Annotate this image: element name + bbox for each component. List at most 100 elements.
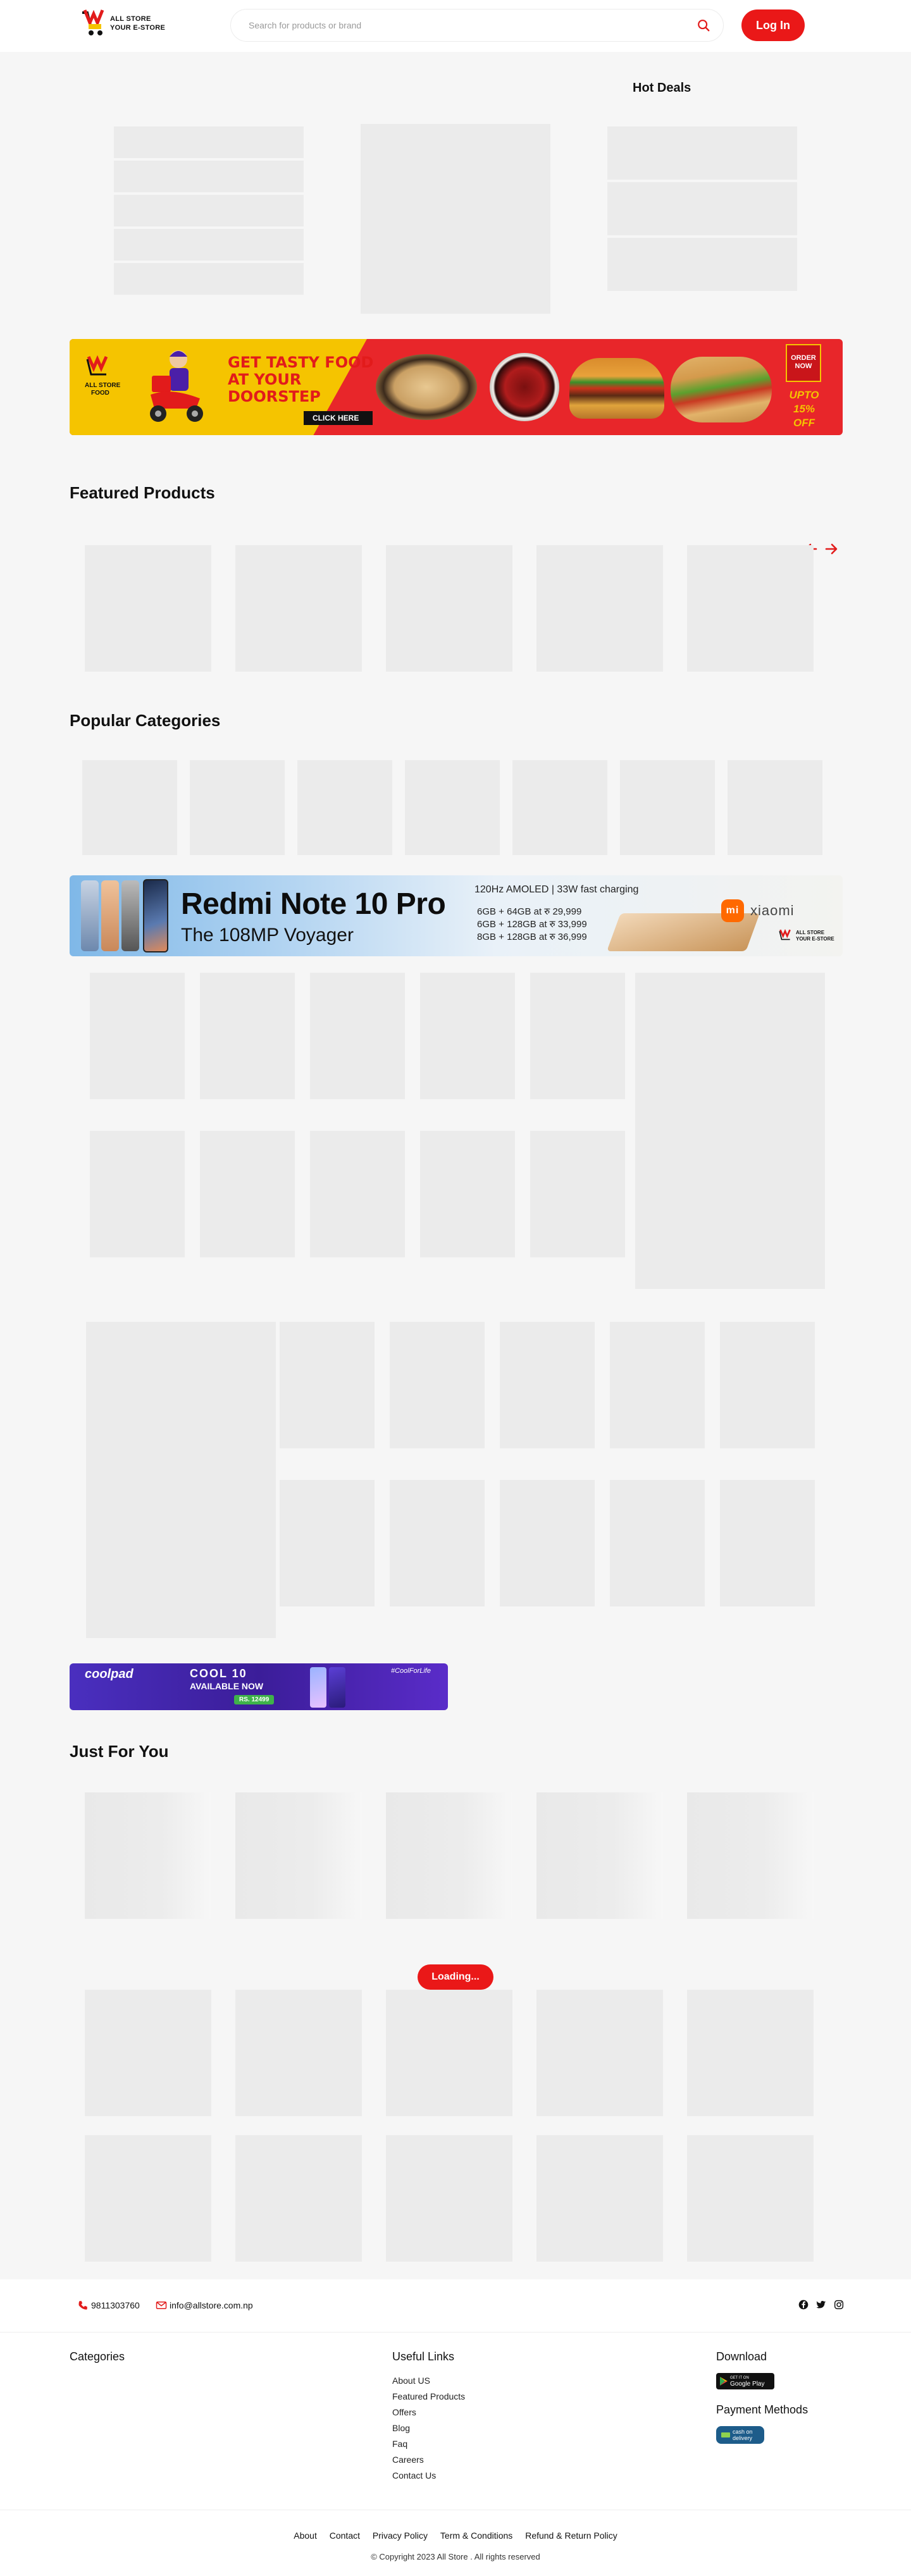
footer-link-blog[interactable]: Blog: [392, 2420, 465, 2436]
recommended-product-placeholder[interactable]: [235, 2135, 362, 2262]
hot-deal-placeholder[interactable]: [607, 182, 797, 235]
footer-link-privacy-policy[interactable]: Privacy Policy: [373, 2530, 428, 2541]
momo-dish-image: [376, 354, 477, 420]
category-placeholder[interactable]: [512, 760, 607, 855]
product-placeholder[interactable]: [530, 1131, 625, 1257]
recommended-product-placeholder[interactable]: [536, 2135, 663, 2262]
footer-link-terms[interactable]: Term & Conditions: [440, 2530, 512, 2541]
twitter-icon[interactable]: [816, 2300, 826, 2310]
recommended-product-placeholder[interactable]: [386, 1792, 512, 1919]
recommended-product-placeholder[interactable]: [687, 1792, 814, 1919]
recommended-product-placeholder[interactable]: [235, 1990, 362, 2116]
recommended-product-placeholder[interactable]: [536, 1990, 663, 2116]
recommended-product-placeholder[interactable]: [85, 1792, 211, 1919]
product-placeholder[interactable]: [200, 1131, 295, 1257]
product-placeholder[interactable]: [280, 1322, 375, 1448]
featured-product-placeholder[interactable]: [687, 545, 814, 672]
hero-list-item-placeholder[interactable]: [114, 229, 304, 261]
hero-list-item-placeholder[interactable]: [114, 161, 304, 192]
footer-link-refund-policy[interactable]: Refund & Return Policy: [525, 2530, 617, 2541]
coolpad-phone-image: [310, 1667, 326, 1708]
product-placeholder[interactable]: [390, 1480, 485, 1606]
hero-list-item-placeholder[interactable]: [114, 126, 304, 158]
product-placeholder[interactable]: [530, 973, 625, 1099]
search-input[interactable]: [249, 20, 697, 30]
featured-product-placeholder[interactable]: [85, 545, 211, 672]
email-contact[interactable]: info@allstore.com.np: [156, 2300, 253, 2311]
recommended-product-placeholder[interactable]: [386, 2135, 512, 2262]
footer-link-offers[interactable]: Offers: [392, 2405, 465, 2420]
footer-link-faq[interactable]: Faq: [392, 2436, 465, 2452]
facebook-icon[interactable]: [798, 2300, 809, 2310]
product-placeholder[interactable]: [720, 1480, 815, 1606]
hot-deal-placeholder[interactable]: [607, 238, 797, 291]
google-play-badge[interactable]: GET IT ON Google Play: [716, 2373, 774, 2389]
product-placeholder[interactable]: [720, 1322, 815, 1448]
product-placeholder[interactable]: [310, 973, 405, 1099]
redmi-store-line-1: ALL STORE: [796, 930, 825, 935]
recommended-product-placeholder[interactable]: [536, 1792, 663, 1919]
product-placeholder[interactable]: [610, 1480, 705, 1606]
product-placeholder[interactable]: [420, 1131, 515, 1257]
phone-contact[interactable]: 9811303760: [77, 2300, 140, 2311]
hero-list-item-placeholder[interactable]: [114, 263, 304, 295]
product-placeholder[interactable]: [390, 1322, 485, 1448]
footer-link-contact[interactable]: Contact: [330, 2530, 360, 2541]
featured-product-placeholder[interactable]: [235, 545, 362, 672]
recommended-product-placeholder[interactable]: [386, 1990, 512, 2116]
search-bar[interactable]: [230, 9, 724, 42]
site-header: ALL STORE YOUR E-STORE Log In: [0, 0, 911, 52]
product-placeholder[interactable]: [500, 1480, 595, 1606]
coolpad-availability: AVAILABLE NOW: [190, 1681, 264, 1691]
footer-link-about[interactable]: About: [294, 2530, 317, 2541]
category-placeholder[interactable]: [405, 760, 500, 855]
category-placeholder[interactable]: [728, 760, 822, 855]
redmi-price-line: 6GB + 128GB at रु 33,999: [477, 919, 587, 930]
hot-deal-placeholder[interactable]: [607, 126, 797, 180]
product-placeholder[interactable]: [420, 973, 515, 1099]
food-headline-1: GET TASTY FOOD: [228, 354, 374, 371]
recommended-product-placeholder[interactable]: [687, 1990, 814, 2116]
product-placeholder[interactable]: [610, 1322, 705, 1448]
redmi-price-line: 6GB + 64GB at रु 29,999: [477, 906, 582, 917]
redmi-promo-banner[interactable]: Redmi Note 10 Pro The 108MP Voyager 120H…: [70, 875, 843, 956]
site-logo[interactable]: ALL STORE YOUR E-STORE: [80, 9, 165, 38]
category-placeholder[interactable]: [297, 760, 392, 855]
featured-product-placeholder[interactable]: [386, 545, 512, 672]
side-banner-placeholder[interactable]: [635, 973, 825, 1289]
footer-link-featured-products[interactable]: Featured Products: [392, 2389, 465, 2405]
category-placeholder[interactable]: [82, 760, 177, 855]
footer-link-contact-us[interactable]: Contact Us: [392, 2468, 465, 2484]
recommended-product-placeholder[interactable]: [85, 1990, 211, 2116]
loading-button[interactable]: Loading...: [418, 1964, 493, 1990]
side-banner-placeholder[interactable]: [86, 1322, 276, 1638]
recommended-product-placeholder[interactable]: [85, 2135, 211, 2262]
food-click-here-button[interactable]: CLICK HERE: [304, 411, 373, 425]
coolpad-promo-banner[interactable]: coolpad COOL 10 AVAILABLE NOW RS. 12499 …: [70, 1663, 448, 1710]
footer-link-about-us[interactable]: About US: [392, 2373, 465, 2389]
order-now-badge[interactable]: ORDER NOW: [786, 344, 821, 382]
useful-links-list: About US Featured Products Offers Blog F…: [392, 2373, 465, 2484]
hero-list-item-placeholder[interactable]: [114, 195, 304, 226]
instagram-icon[interactable]: [834, 2300, 844, 2310]
hero-banner-placeholder[interactable]: [361, 124, 550, 314]
redmi-store-logo: ALL STORE YOUR E-STORE: [778, 928, 834, 944]
carousel-next-arrow-icon[interactable]: [824, 541, 839, 557]
category-placeholder[interactable]: [190, 760, 285, 855]
cash-icon: [721, 2432, 730, 2437]
product-placeholder[interactable]: [200, 973, 295, 1099]
product-placeholder[interactable]: [310, 1131, 405, 1257]
product-placeholder[interactable]: [90, 1131, 185, 1257]
footer-link-careers[interactable]: Careers: [392, 2452, 465, 2468]
search-icon[interactable]: [697, 18, 710, 32]
recommended-product-placeholder[interactable]: [235, 1792, 362, 1919]
recommended-product-placeholder[interactable]: [687, 2135, 814, 2262]
category-placeholder[interactable]: [620, 760, 715, 855]
product-placeholder[interactable]: [500, 1322, 595, 1448]
login-button[interactable]: Log In: [741, 9, 805, 41]
product-placeholder[interactable]: [90, 973, 185, 1099]
food-promo-banner[interactable]: ALL STORE FOOD GET TASTY FOOD AT YOUR DO…: [70, 339, 843, 435]
featured-product-placeholder[interactable]: [536, 545, 663, 672]
product-placeholder[interactable]: [280, 1480, 375, 1606]
phone-image: [121, 880, 139, 951]
